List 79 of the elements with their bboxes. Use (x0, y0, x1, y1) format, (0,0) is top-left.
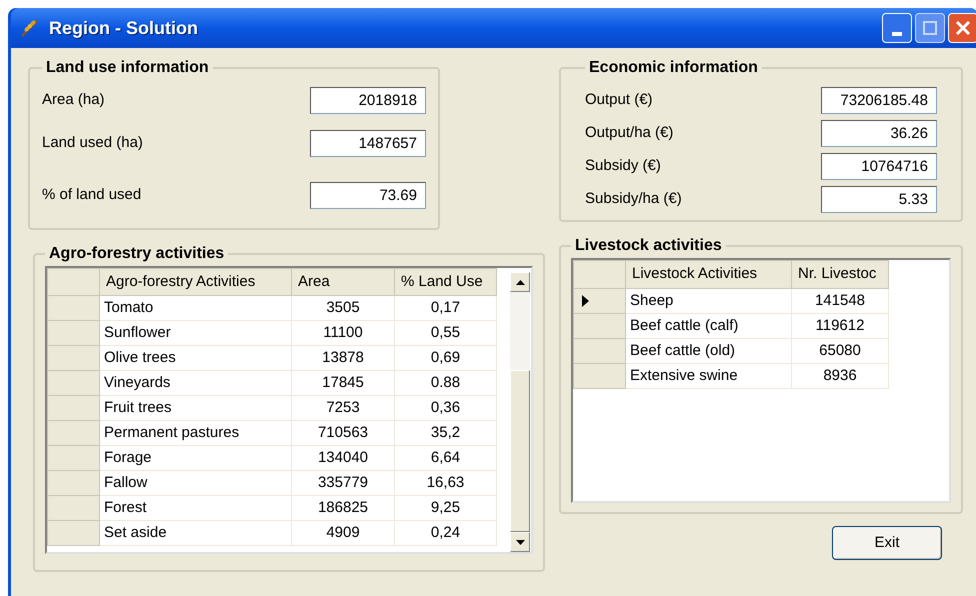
column-header[interactable]: Nr. Livestoc (792, 260, 888, 288)
table-cell: 141548 (792, 288, 888, 314)
table-cell: Olive trees (100, 346, 292, 370)
table-cell: 134040 (292, 446, 394, 470)
table-cell: Extensive swine (626, 364, 792, 388)
value-field[interactable]: 2018918 (310, 87, 426, 114)
row-header[interactable] (574, 288, 626, 314)
row-pointer-icon (582, 295, 589, 307)
table-cell: Fallow (100, 470, 292, 496)
maximize-icon (923, 21, 937, 35)
group-title: Agro-forestry activities (48, 244, 226, 264)
value-field[interactable]: 36.26 (821, 120, 937, 147)
table-cell: 0,24 (394, 520, 496, 546)
table-cell: 65080 (792, 338, 888, 364)
table-cell: Sheep (626, 288, 792, 314)
table-cell: 0,17 (394, 296, 496, 320)
table-cell: 0,69 (394, 346, 496, 370)
column-header[interactable]: Area (292, 268, 394, 296)
table-cell: 7253 (292, 396, 394, 420)
group-title: Economic information (588, 58, 759, 78)
table-cell: 11100 (292, 320, 394, 346)
minimize-button[interactable] (882, 13, 912, 43)
value-field[interactable]: 10764716 (821, 153, 937, 180)
scroll-thumb[interactable] (510, 370, 530, 532)
field-label: Output/ha (€) (585, 123, 674, 144)
table-cell: 119612 (792, 314, 888, 338)
table-cell: Tomato (100, 296, 292, 320)
minimize-icon (892, 32, 902, 36)
value-field[interactable]: 1487657 (310, 130, 426, 156)
field-label: Subsidy (€) (585, 156, 661, 176)
value-field[interactable]: 5.33 (821, 186, 937, 213)
table-cell: 35,2 (394, 420, 496, 446)
table-cell: Beef cattle (old) (626, 338, 792, 364)
table-cell: Forest (100, 496, 292, 520)
maximize-button[interactable] (915, 13, 945, 43)
field-label: Land used (ha) (42, 132, 143, 153)
table-cell: Forage (100, 446, 292, 470)
table-cell: 16,63 (394, 470, 496, 496)
close-button[interactable] (948, 13, 976, 43)
table-cell: Sunflower (100, 320, 292, 346)
table-cell: 8936 (792, 364, 888, 388)
value-field[interactable]: 73206185.48 (821, 87, 937, 114)
field-label: Area (ha) (42, 90, 105, 110)
table-cell: 710563 (292, 420, 394, 446)
column-header[interactable]: % Land Use (394, 268, 496, 296)
table-cell: 13878 (292, 346, 394, 370)
window-title: Region - Solution (49, 16, 198, 40)
close-icon (955, 20, 971, 36)
table-cell: 9,25 (394, 496, 496, 520)
group-title: Livestock activities (574, 236, 723, 256)
exit-button[interactable]: Exit (832, 526, 942, 560)
table-cell: Set aside (100, 520, 292, 546)
column-header[interactable]: Livestock Activities (626, 260, 792, 288)
field-label: % of land used (42, 184, 142, 205)
table-cell: 335779 (292, 470, 394, 496)
up-arrow-icon (516, 280, 524, 284)
down-arrow-icon (516, 540, 524, 544)
scrollbar[interactable] (510, 272, 530, 552)
scroll-up-button[interactable] (510, 272, 530, 292)
scroll-down-button[interactable] (510, 532, 530, 552)
table-cell: 186825 (292, 496, 394, 520)
table-cell: 0.88 (394, 370, 496, 396)
group-title: Land use information (45, 58, 210, 78)
table-cell: Permanent pastures (100, 420, 292, 446)
field-label: Subsidy/ha (€) (585, 189, 682, 210)
table-cell: Fruit trees (100, 396, 292, 420)
field-label: Output (€) (585, 90, 653, 110)
table-cell: 4909 (292, 520, 394, 546)
column-header[interactable]: Agro-forestry Activities (100, 268, 292, 296)
table-cell: 3505 (292, 296, 394, 320)
table-cell: Beef cattle (calf) (626, 314, 792, 338)
table-cell: 0,55 (394, 320, 496, 346)
value-field[interactable]: 73.69 (310, 182, 426, 208)
table-cell: 6,64 (394, 446, 496, 470)
row-header (574, 260, 626, 288)
table-cell: 0,36 (394, 396, 496, 420)
table-cell: Vineyards (100, 370, 292, 396)
table-cell: 17845 (292, 370, 394, 396)
row-header (48, 268, 100, 296)
